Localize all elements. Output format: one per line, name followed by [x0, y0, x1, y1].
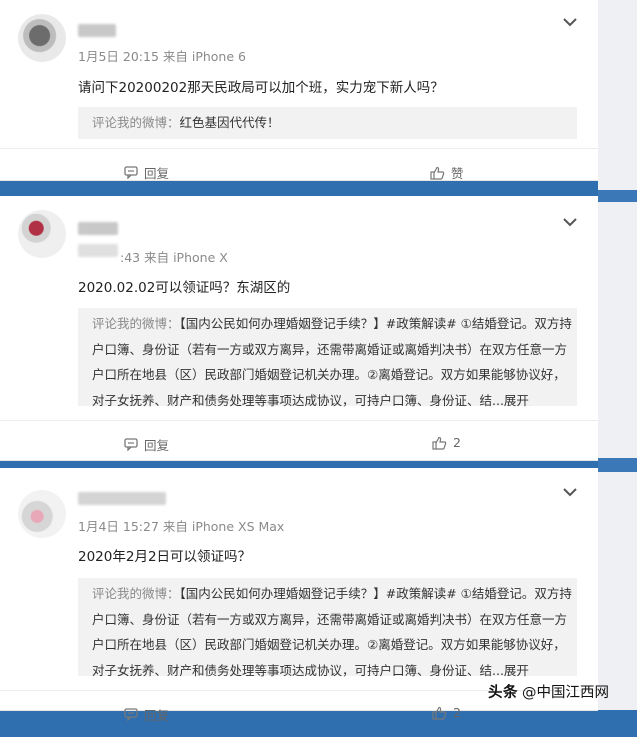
scrollbar-divider: [598, 190, 637, 202]
username-blurred[interactable]: [78, 24, 116, 37]
watermark-source: @中国江西网: [522, 684, 609, 701]
comment-card: 1月4日 15:27 来自 iPhone XS Max 2020年2月2日可以领…: [0, 468, 598, 723]
reply-label: 回复: [144, 438, 170, 453]
post-meta: 1月5日 20:15 来自 iPhone 6: [78, 49, 246, 64]
thumbs-up-icon: [432, 436, 447, 450]
like-button[interactable]: 2: [432, 435, 461, 450]
reply-button[interactable]: 回复: [124, 435, 169, 454]
avatar[interactable]: [18, 490, 66, 538]
timestamp-blurred: [78, 244, 118, 257]
comment-card: :43 来自 iPhone X 2020.02.02可以领证吗？东湖区的 评论我…: [0, 196, 598, 461]
quote-body: 红色基因代代传！: [179, 115, 280, 130]
thumbs-up-icon: [432, 706, 447, 720]
chevron-down-icon[interactable]: [563, 487, 577, 497]
source-watermark: 头条 @中国江西网: [488, 677, 630, 705]
scrollbar-divider: [598, 458, 637, 472]
comment-card: 1月5日 20:15 来自 iPhone 6 请问下20200202那天民政局可…: [0, 0, 598, 181]
like-count: 2: [453, 705, 461, 720]
quoted-weibo[interactable]: 评论我的微博：【国内公民如何办理婚姻登记手续？】#政策解读# ①结婚登记。双方持…: [78, 308, 577, 408]
quote-prefix: 评论我的微博：: [92, 115, 180, 130]
comment-icon: [124, 166, 138, 179]
comment-text: 请问下20200202那天民政局可以加个班，实力宠下新人吗？: [78, 80, 444, 96]
quoted-weibo[interactable]: 评论我的微博：红色基因代代传！: [78, 107, 577, 139]
like-count: 2: [453, 435, 461, 450]
chevron-down-icon[interactable]: [563, 217, 577, 227]
like-button[interactable]: 赞: [430, 163, 464, 182]
comment-text: 2020年2月2日可以领证吗？: [78, 549, 252, 565]
thumbs-up-icon: [430, 166, 445, 180]
post-meta: 1月4日 15:27 来自 iPhone XS Max: [78, 519, 285, 534]
username-blurred[interactable]: [78, 492, 166, 505]
avatar[interactable]: [18, 14, 66, 62]
quote-prefix: 评论我的微博：: [92, 586, 180, 601]
watermark-head: 头条: [488, 684, 518, 701]
reply-label: 回复: [144, 708, 170, 723]
post-meta: :43 来自 iPhone X: [120, 250, 228, 265]
like-label: 赞: [451, 166, 464, 181]
action-bar: 回复 2: [0, 420, 598, 467]
scrollbar-track[interactable]: [598, 0, 637, 710]
reply-button[interactable]: 回复: [124, 705, 169, 724]
reply-label: 回复: [144, 166, 170, 181]
quote-prefix: 评论我的微博：: [92, 316, 180, 331]
avatar[interactable]: [18, 210, 66, 258]
comment-text: 2020.02.02可以领证吗？东湖区的: [78, 280, 291, 296]
like-button[interactable]: 2: [432, 705, 461, 720]
quoted-weibo[interactable]: 评论我的微博：【国内公民如何办理婚姻登记手续？】#政策解读# ①结婚登记。双方持…: [78, 578, 577, 678]
chevron-down-icon[interactable]: [563, 17, 577, 27]
comment-icon: [124, 438, 138, 451]
action-bar: 回复 赞: [0, 148, 598, 195]
username-blurred[interactable]: [78, 222, 118, 235]
reply-button[interactable]: 回复: [124, 163, 169, 182]
